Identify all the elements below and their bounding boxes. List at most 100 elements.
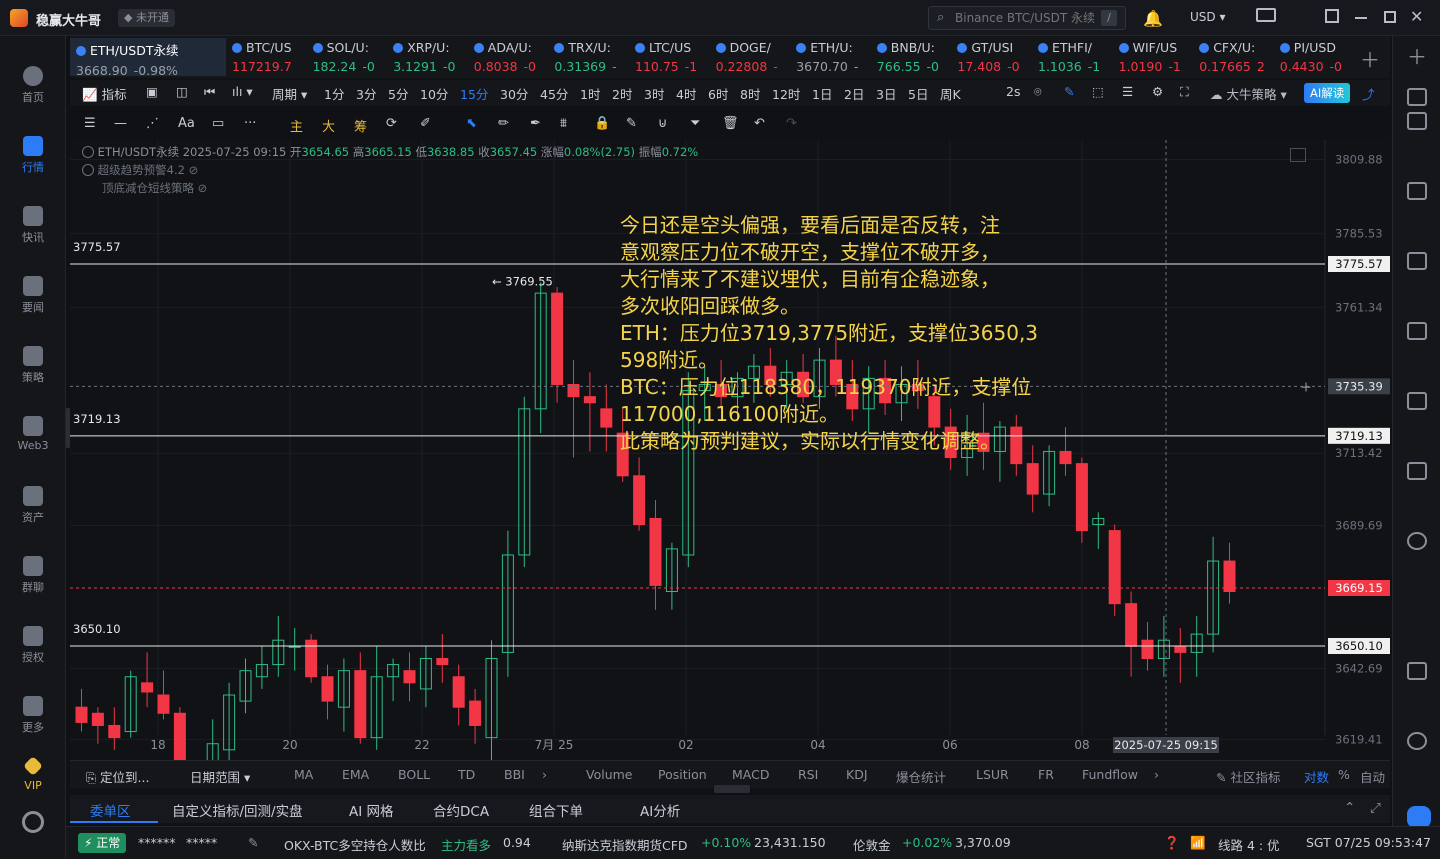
hline-icon[interactable]: —: [114, 116, 127, 131]
ticker-tab[interactable]: SOL/U: 182.24 -0: [307, 38, 388, 76]
indicator-row-2[interactable]: 顶底减仓短线策略 ⊘: [102, 180, 207, 196]
trash-icon[interactable]: 🗑: [722, 116, 739, 131]
scroll-right-icon[interactable]: ›: [542, 767, 547, 782]
replay-icon[interactable]: ⏮: [204, 84, 215, 100]
indicator-volume[interactable]: Volume: [586, 767, 633, 782]
indicator-button[interactable]: 📈 指标: [82, 84, 127, 103]
tab-0[interactable]: 委单区: [90, 800, 131, 820]
orderbook-icon[interactable]: [1407, 112, 1427, 130]
timeframe-周K[interactable]: 周K: [940, 84, 961, 103]
plus-icon[interactable]: ＋: [1407, 47, 1427, 67]
indicator-ma[interactable]: MA: [294, 767, 313, 782]
signal-icon[interactable]: [1407, 322, 1427, 340]
font-tool[interactable]: Aa: [178, 116, 195, 131]
tab-1[interactable]: 自定义指标/回测/实盘: [172, 800, 303, 820]
timeframe-1分[interactable]: 1分: [324, 84, 344, 103]
ticker-tab[interactable]: PI/USD 0.4430 -0: [1274, 38, 1355, 76]
pen-icon[interactable]: ✎: [1064, 84, 1074, 99]
sidebar-item-home[interactable]: 首页: [0, 60, 66, 120]
edit-icon[interactable]: ✎: [248, 835, 258, 850]
list-icon[interactable]: ☰: [1122, 84, 1133, 99]
ticker-tab[interactable]: CFX/U: 0.17665 2: [1193, 38, 1274, 76]
timeframe-1时[interactable]: 1时: [580, 84, 600, 103]
timeframe-2时[interactable]: 2时: [612, 84, 632, 103]
timeframe-12时[interactable]: 12时: [772, 84, 800, 103]
global-search[interactable]: ⌕ /: [928, 6, 1126, 30]
timeframe-5日[interactable]: 5日: [908, 84, 928, 103]
fullscreen-icon[interactable]: ⛶: [1180, 84, 1189, 100]
locate-button[interactable]: ⎘ 定位到...: [86, 767, 149, 786]
marker-icon[interactable]: ✒: [530, 116, 541, 131]
popout-icon[interactable]: [1325, 9, 1339, 23]
indicator-fr[interactable]: FR: [1038, 767, 1054, 782]
notification-bell-icon[interactable]: 🔔: [1143, 9, 1163, 28]
trendline-icon[interactable]: ⋰: [146, 116, 159, 131]
sidebar-item-chat[interactable]: 群聊: [0, 550, 66, 610]
indicator-boll[interactable]: BOLL: [398, 767, 430, 782]
mail-icon[interactable]: [1256, 8, 1276, 22]
refresh-rate[interactable]: 2s: [1006, 84, 1020, 99]
timeframe-3分[interactable]: 3分: [356, 84, 376, 103]
timeframe-15分[interactable]: 15分: [460, 84, 488, 103]
collapse-up-icon[interactable]: ⌃: [1344, 800, 1355, 816]
timeframe-2日[interactable]: 2日: [844, 84, 864, 103]
ticker-tab[interactable]: XRP/U: 3.1291 -0: [387, 38, 468, 76]
expand-icon[interactable]: ⤢: [1370, 800, 1381, 816]
ticker-tab[interactable]: GT/USI 17.408 -0: [951, 38, 1032, 76]
redo-icon[interactable]: ↷: [786, 116, 797, 131]
indicator-bbi[interactable]: BBI: [504, 767, 525, 782]
bot-avatar-icon[interactable]: [1407, 806, 1431, 828]
timeframe-8时[interactable]: 8时: [740, 84, 760, 103]
ticker-tab[interactable]: DOGE/0.22808-: [710, 38, 791, 76]
timeframe-3时[interactable]: 3时: [644, 84, 664, 103]
ticker-tab[interactable]: BNB/U: 766.55 -0: [871, 38, 952, 76]
timeframe-5分[interactable]: 5分: [388, 84, 408, 103]
indicator-爆仓统计[interactable]: 爆仓统计: [896, 767, 946, 786]
search-input[interactable]: [955, 9, 1095, 27]
tab-4[interactable]: 组合下单: [529, 800, 583, 820]
timeframe-10分[interactable]: 10分: [420, 84, 448, 103]
tab-2[interactable]: AI 网格: [349, 800, 394, 820]
strategy-select[interactable]: ☁ 大牛策略 ▾: [1210, 84, 1287, 103]
scroll-right-icon-2[interactable]: ›: [1154, 767, 1159, 782]
sidebar-item-auth[interactable]: 授权: [0, 620, 66, 680]
filter-icon[interactable]: ⏷: [690, 116, 700, 131]
timeframe-6时[interactable]: 6时: [708, 84, 728, 103]
ticker-tab[interactable]: ETHFI/1.1036 -1: [1032, 38, 1113, 76]
auto-toggle[interactable]: 自动: [1360, 767, 1385, 786]
magnet-icon[interactable]: ⊍: [658, 116, 668, 131]
sidebar-item-more[interactable]: 更多: [0, 690, 66, 750]
sidebar-item-flash[interactable]: 快讯: [0, 200, 66, 260]
indicator-ema[interactable]: EMA: [342, 767, 369, 782]
undo-icon[interactable]: ↶: [754, 116, 765, 131]
big-order-button[interactable]: 大: [322, 116, 335, 135]
pattern-icon[interactable]: ⩩: [560, 116, 567, 131]
brush-icon[interactable]: ✐: [420, 116, 431, 131]
timeframe-4时[interactable]: 4时: [676, 84, 696, 103]
tab-3[interactable]: 合约DCA: [433, 800, 489, 820]
ticker-tab[interactable]: ETH/U: 3670.70-: [790, 38, 871, 76]
ticker-tab[interactable]: BTC/US 117219.7: [226, 38, 307, 76]
settings-gear-icon[interactable]: [22, 811, 44, 833]
pencil-icon[interactable]: ✏: [498, 116, 509, 131]
indicator-rsi[interactable]: RSI: [798, 767, 818, 782]
indicator-fundflow[interactable]: Fundflow: [1082, 767, 1138, 782]
camera-icon[interactable]: ⌾: [1034, 84, 1042, 100]
timeframe-3日[interactable]: 3日: [876, 84, 896, 103]
menu-lines-icon[interactable]: ☰: [84, 116, 96, 131]
info-toggle-icon[interactable]: [82, 146, 94, 158]
indicator-td[interactable]: TD: [458, 767, 475, 782]
swap-icon[interactable]: [1407, 532, 1427, 550]
cursor-icon[interactable]: ⬉: [466, 116, 477, 131]
tab-5[interactable]: AI分析: [640, 800, 680, 820]
ticker-tab[interactable]: ADA/U: 0.8038 -0: [468, 38, 549, 76]
watchlist-icon[interactable]: [1407, 88, 1427, 106]
ticker-tab[interactable]: ETH/USDT永续 3668.90 -0.98%: [70, 38, 226, 76]
sidebar-item-web3[interactable]: Web3: [0, 410, 66, 470]
ruler-icon[interactable]: ▭: [212, 116, 224, 131]
more-icon[interactable]: ···: [244, 116, 256, 131]
settings-icon[interactable]: ⚙: [1152, 84, 1163, 99]
headset-icon[interactable]: [1407, 732, 1427, 750]
minimize-icon[interactable]: [1355, 17, 1367, 19]
candlestick-chart[interactable]: 3809.88 3785.53 3761.34 3713.42 3689.69 3642.…: [70, 140, 1390, 760]
